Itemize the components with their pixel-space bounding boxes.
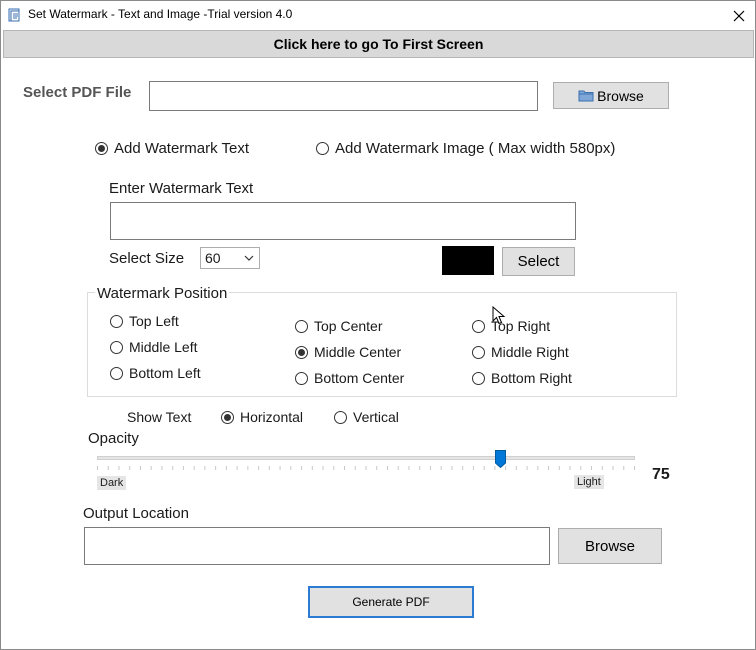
position-middle-left-label: Middle Left [129,339,198,355]
opacity-value: 75 [652,466,670,483]
opacity-slider-thumb[interactable] [495,450,506,468]
opacity-ticks [97,466,635,470]
chevron-down-icon [244,255,254,261]
add-image-radio[interactable]: Add Watermark Image ( Max width 580px) [316,140,615,157]
output-location-input[interactable] [84,527,550,565]
title-bar: Set Watermark - Text and Image -Trial ve… [1,1,755,30]
size-select[interactable]: 60 [200,247,260,269]
opacity-label: Opacity [88,430,139,447]
position-top-center-label: Top Center [314,318,383,334]
radio-unchecked [110,314,123,328]
output-location-label: Output Location [83,505,189,522]
position-middle-right-radio[interactable]: Middle Right [472,344,569,360]
close-button[interactable] [723,1,755,30]
radio-unchecked [110,366,123,380]
vertical-label: Vertical [353,409,399,425]
pdf-file-label: Select PDF File [23,84,132,101]
position-middle-center-radio[interactable]: Middle Center [295,344,401,360]
radio-unchecked [295,319,308,333]
radio-unchecked [472,345,485,359]
radio-unchecked [110,340,123,354]
position-bottom-center-label: Bottom Center [314,370,405,386]
pdf-browse-button[interactable]: Browse [553,82,669,109]
position-bottom-center-radio[interactable]: Bottom Center [295,370,404,386]
generate-pdf-button[interactable]: Generate PDF [308,586,474,618]
opacity-light-label: Light [574,475,604,489]
position-top-left-label: Top Left [129,313,179,329]
position-bottom-right-label: Bottom Right [491,370,572,386]
app-icon [8,8,20,22]
position-middle-left-radio[interactable]: Middle Left [110,339,197,355]
radio-checked [221,410,234,424]
vertical-radio[interactable]: Vertical [334,409,399,425]
pdf-file-input[interactable] [149,81,538,111]
radio-checked [295,345,308,359]
add-text-label: Add Watermark Text [114,140,250,157]
first-screen-button[interactable]: Click here to go To First Screen [3,30,754,58]
show-text-label: Show Text [127,409,192,425]
position-top-right-radio[interactable]: Top Right [472,318,550,334]
position-bottom-right-radio[interactable]: Bottom Right [472,370,572,386]
radio-unchecked [334,410,347,424]
position-top-left-radio[interactable]: Top Left [110,313,179,329]
app-window: Set Watermark - Text and Image -Trial ve… [0,0,756,650]
radio-unchecked [316,142,329,155]
size-value: 60 [205,250,221,266]
watermark-text-label: Enter Watermark Text [109,180,254,197]
window-title: Set Watermark - Text and Image -Trial ve… [28,7,293,21]
position-middle-right-label: Middle Right [491,344,569,360]
size-label: Select Size [109,250,185,267]
add-image-label: Add Watermark Image ( Max width 580px) [335,140,616,157]
pdf-browse-label: Browse [597,87,644,104]
output-browse-button[interactable]: Browse [558,528,662,564]
radio-unchecked [472,319,485,333]
opacity-dark-label: Dark [97,476,127,490]
radio-unchecked [472,371,485,385]
radio-checked [95,142,108,155]
position-top-center-radio[interactable]: Top Center [295,318,382,334]
watermark-text-input[interactable] [110,202,576,240]
horizontal-label: Horizontal [240,409,304,425]
horizontal-radio[interactable]: Horizontal [221,409,303,425]
mouse-cursor-icon [492,306,506,325]
opacity-slider-track[interactable] [97,456,635,460]
position-middle-center-label: Middle Center [314,344,402,360]
color-select-button[interactable]: Select [502,247,575,276]
radio-unchecked [295,371,308,385]
close-icon [733,10,745,21]
color-swatch [442,246,494,275]
add-text-radio[interactable]: Add Watermark Text [95,140,249,157]
position-bottom-left-label: Bottom Left [129,365,201,381]
position-group-title: Watermark Position [95,285,230,302]
folder-icon [578,90,594,102]
position-bottom-left-radio[interactable]: Bottom Left [110,365,201,381]
